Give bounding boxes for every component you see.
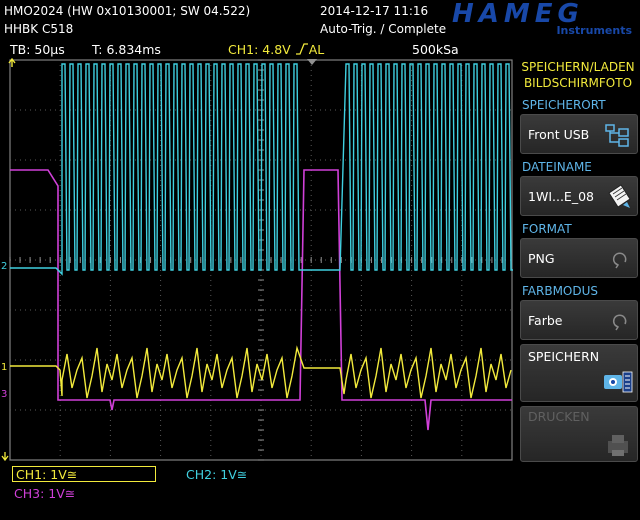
save-label: SPEICHERN [528,349,600,364]
timebase[interactable]: TB: 50µs [10,42,65,57]
storage-location-title: SPEICHERORT [522,98,606,112]
channel-bar: CH1: 1V≅ CH2: 1V≅ CH3: 1V≅ [0,464,516,520]
status-bar: TB: 50µs T: 6.834ms CH1: 4.8V AL 500kSa [0,40,516,58]
ch3-marker: 3 [1,389,7,400]
brand-logo: HAMEG Instruments [452,0,632,37]
printer-icon [603,431,633,459]
serial-number: HHBK C518 [4,22,74,36]
color-mode-value: Farbe [528,313,563,328]
sample-rate: 500kSa [412,42,459,57]
trigger-status: Auto-Trig. / Complete [320,22,447,36]
side-menu: SPEICHERN/LADEN BILDSCHIRMFOTO SPEICHERO… [516,58,640,520]
filename-button[interactable]: 1WI...E_08 [520,176,638,216]
color-mode-button[interactable]: Farbe [520,300,638,340]
rising-edge-icon [295,43,309,55]
menu-title: SPEICHERN/LADEN [521,60,635,74]
filename-value: 1WI...E_08 [528,189,594,204]
waveform-display[interactable]: 2 1 3 [0,58,516,464]
storage-location-value: Front USB [528,127,590,142]
ground-arrow [1,452,9,462]
rotate-icon [603,245,633,273]
ch1-marker: 1 [1,362,7,373]
device-info: HMO2024 (HW 0x10130001; SW 04.522) [4,4,251,18]
trigger-info[interactable]: CH1: 4.8V AL [228,42,324,57]
rotate-icon [603,307,633,335]
camera-icon [603,369,633,397]
date-time: 2014-12-17 11:16 [320,4,429,18]
storage-location-button[interactable]: Front USB [520,114,638,154]
print-label: DRUCKEN [528,409,590,424]
menu-subtitle: BILDSCHIRMFOTO [523,76,633,90]
format-button[interactable]: PNG [520,238,638,278]
color-mode-title: FARBMODUS [522,284,599,298]
filename-title: DATEINAME [522,160,592,174]
ch2-marker: 2 [1,261,7,272]
print-button[interactable]: DRUCKEN [520,406,638,462]
usb-storage-icon [603,121,633,149]
ch1-settings[interactable]: CH1: 1V≅ [12,466,156,482]
ch3-settings[interactable]: CH3: 1V≅ [14,486,75,501]
time-position[interactable]: T: 6.834ms [92,42,161,57]
format-title: FORMAT [522,222,572,236]
file-edit-icon [603,183,633,211]
format-value: PNG [528,251,555,266]
title-bar: HMO2024 (HW 0x10130001; SW 04.522) HHBK … [0,0,640,40]
save-button[interactable]: SPEICHERN [520,344,638,402]
ch2-settings[interactable]: CH2: 1V≅ [186,467,247,482]
